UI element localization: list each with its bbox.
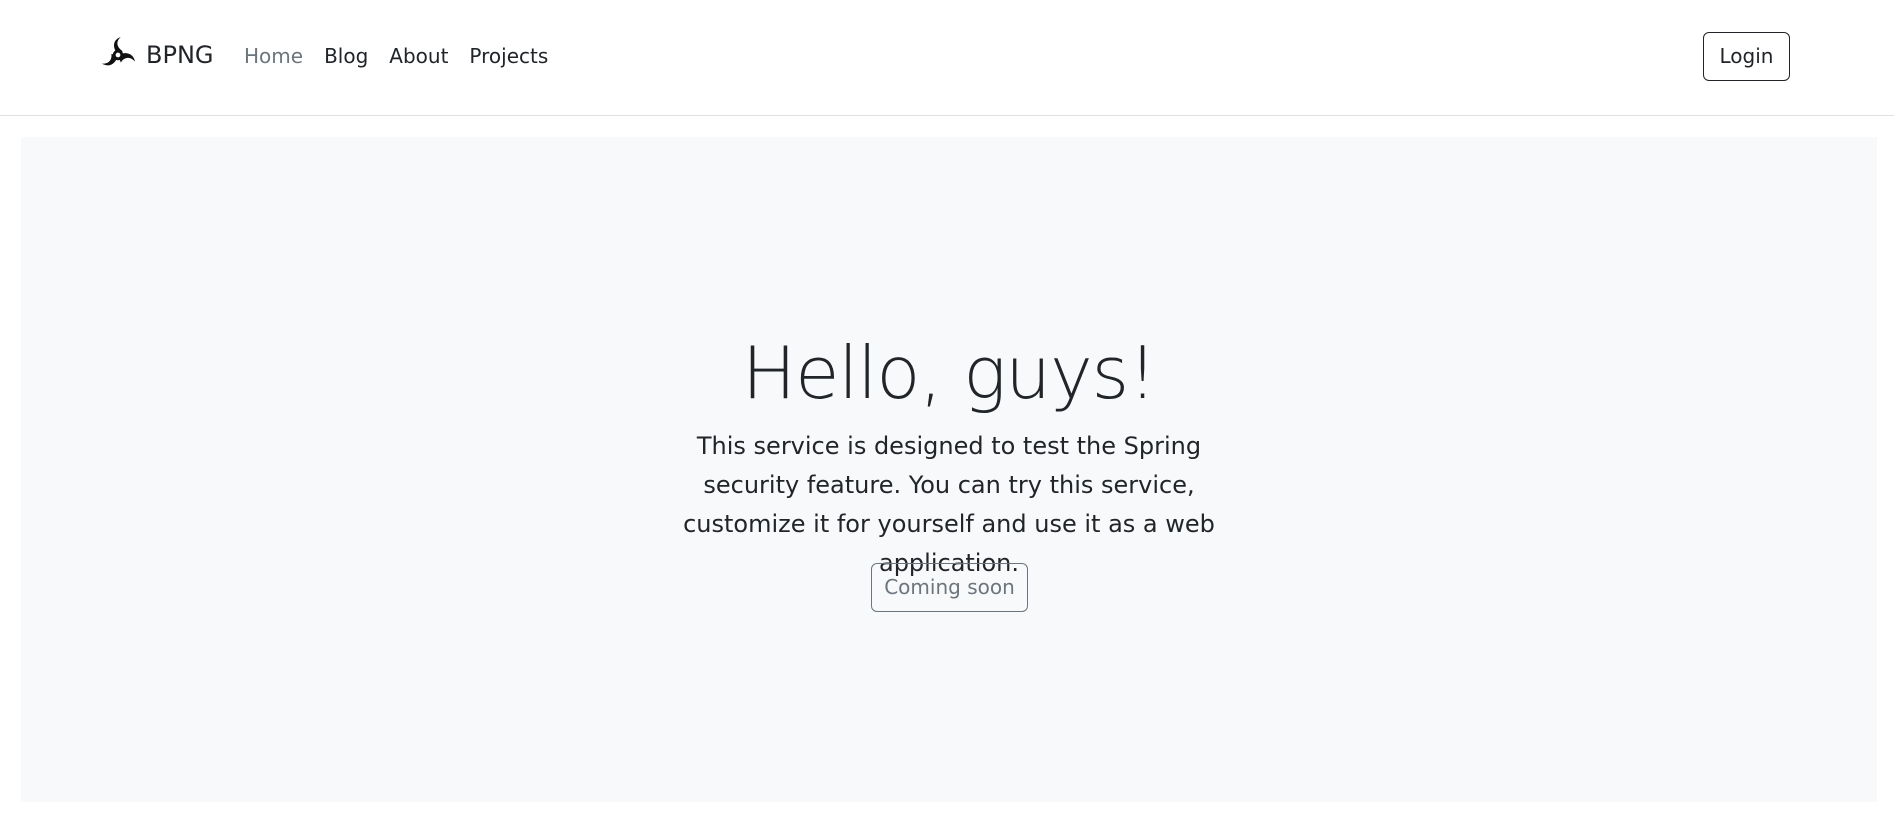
hero-description: This service is designed to test the Spr…	[683, 432, 1215, 577]
nav-link-blog[interactable]: Blog	[324, 41, 368, 71]
brand-name: BPNG	[146, 41, 214, 69]
nav-link-projects[interactable]: Projects	[469, 41, 548, 71]
nav-link-about[interactable]: About	[389, 41, 448, 71]
hero-content: Hello, guys! This service is designed to…	[21, 137, 1877, 802]
login-button[interactable]: Login	[1703, 32, 1790, 81]
main-nav: Home Blog About Projects	[244, 41, 569, 71]
swirl-logo-icon	[101, 36, 136, 66]
nav-link-home[interactable]: Home	[244, 41, 303, 71]
top-navbar: BPNG Home Blog About Projects Login	[0, 0, 1894, 116]
coming-soon-button[interactable]: Coming soon	[871, 563, 1028, 612]
hero-section: Hello, guys! This service is designed to…	[21, 137, 1877, 802]
hero-title: Hello, guys!	[741, 331, 1157, 415]
brand-link[interactable]: BPNG	[99, 35, 214, 75]
